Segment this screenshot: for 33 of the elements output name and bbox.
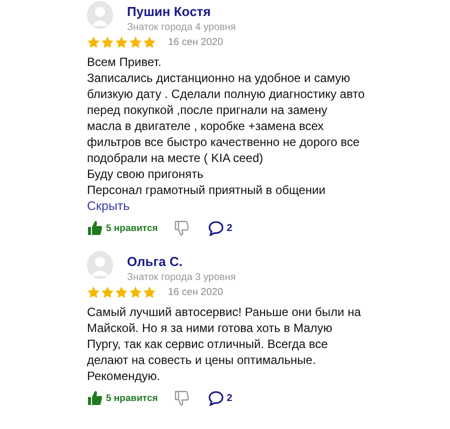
review-text: Самый лучший автосервис! Раньше они были на xyxy=(87,304,362,320)
author-name[interactable]: Ольга С. xyxy=(127,254,236,269)
author-level: Знаток города 4 уровня xyxy=(127,22,236,33)
review-text: Записались дистанционно на удобное и самую xyxy=(87,70,352,86)
review-date: 16 сен 2020 xyxy=(168,287,224,298)
comment-icon[interactable] xyxy=(208,390,224,406)
comment-icon[interactable] xyxy=(208,220,224,236)
author-name[interactable]: Пушин Костя xyxy=(127,4,236,19)
review-text: перед покупкой ,после пригнали на замену xyxy=(87,102,328,118)
review-text: фильтров все быстро качественно не дорого все xyxy=(87,134,361,150)
review-text: Всем Привет. xyxy=(87,54,162,70)
author-level: Знаток города 3 уровня xyxy=(127,272,236,283)
thumbs-down-icon[interactable] xyxy=(174,220,190,236)
review-text: Пургу, так как сервис отличный. Всегда все xyxy=(87,336,329,352)
review-date: 16 сен 2020 xyxy=(168,37,224,48)
avatar-icon xyxy=(87,1,113,29)
review-text: делают на совесть и цены оптимальные. xyxy=(87,352,317,368)
likes-count: 5 нравится xyxy=(106,222,158,234)
thumbs-down-icon[interactable] xyxy=(174,390,190,406)
review-text: Буду свою пригонять xyxy=(87,166,204,182)
thumbs-up-icon[interactable] xyxy=(87,220,103,236)
likes-count: 5 нравится xyxy=(106,392,158,404)
hide-link[interactable]: Скрыть xyxy=(87,198,130,214)
review-text: Рекомендую. xyxy=(87,368,162,384)
avatar-icon xyxy=(87,251,113,279)
review-text: подобрали на месте ( KIA ceed) xyxy=(87,150,264,166)
review-text: масла в двигателе , коробке +замена всех xyxy=(87,118,325,134)
review-text: Майской. Но я за ними готова хоть в Малую xyxy=(87,320,334,336)
review-text: Персонал грамотный приятный в общении xyxy=(87,182,326,198)
comment-count: 2 xyxy=(226,392,232,404)
review-text: близкую дату . Сделали полную диагностику авто xyxy=(87,86,366,102)
comment-count: 2 xyxy=(226,222,232,234)
thumbs-up-icon[interactable] xyxy=(87,390,103,406)
